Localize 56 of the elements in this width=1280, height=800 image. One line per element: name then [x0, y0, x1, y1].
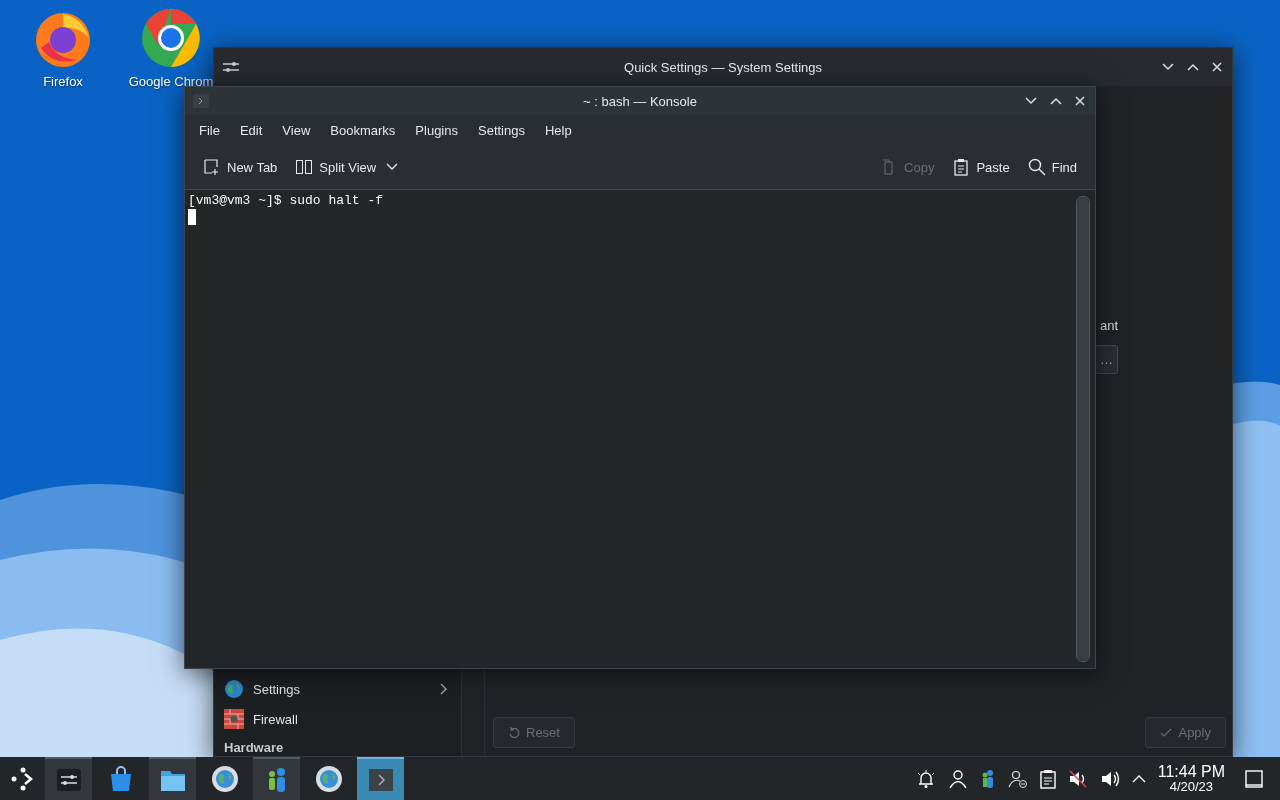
task-button[interactable]: [253, 757, 300, 800]
maximize-icon[interactable]: [1050, 97, 1062, 105]
find-button[interactable]: Find: [1021, 154, 1083, 180]
scrollbar-thumb[interactable]: [1077, 197, 1089, 661]
option-label: ant: [1099, 318, 1118, 333]
user-icon[interactable]: [947, 768, 968, 789]
browser-icon[interactable]: [141, 8, 201, 68]
globe-icon: [224, 679, 244, 699]
terminal-line: [vm3@vm3 ~]$ sudo halt -f: [188, 192, 384, 209]
clipboard-icon: [952, 158, 971, 176]
minimize-icon[interactable]: [1025, 97, 1037, 105]
clock[interactable]: 11:44 PM 4/20/23: [1157, 763, 1225, 794]
menu-item[interactable]: File: [189, 122, 230, 138]
close-icon[interactable]: [1212, 62, 1222, 72]
dropdown-caret-icon: [386, 163, 399, 171]
paste-button[interactable]: Paste: [946, 154, 1016, 180]
window-title: Quick Settings — System Settings: [624, 59, 822, 75]
search-icon: [1027, 158, 1046, 176]
sidebar-item[interactable]: Firewall: [224, 704, 451, 734]
task-button[interactable]: [45, 757, 92, 800]
menu-item[interactable]: Help: [534, 122, 582, 138]
maximize-icon[interactable]: [1187, 63, 1199, 71]
menu-item[interactable]: Edit: [229, 122, 273, 138]
icon-label[interactable]: Google Chrom: [128, 74, 214, 89]
window-title: ~ : bash — Konsole: [583, 93, 697, 109]
section-heading: Hardware: [224, 739, 285, 756]
task-button[interactable]: [149, 757, 196, 800]
menu-item[interactable]: Bookmarks: [320, 122, 406, 138]
clipboard-icon[interactable]: [1039, 768, 1056, 789]
new-tab-button[interactable]: New Tab: [197, 154, 284, 180]
sidebar-item[interactable]: Settings: [224, 674, 451, 704]
user-minus-icon[interactable]: [1007, 768, 1028, 789]
globe-icon: [210, 764, 239, 793]
close-icon[interactable]: [1075, 96, 1085, 106]
menu-item[interactable]: Settings: [468, 122, 535, 138]
globe-icon: [314, 764, 343, 793]
more-button[interactable]: …: [1095, 345, 1118, 374]
menu-item[interactable]: View: [272, 122, 321, 138]
new-tab-icon: [203, 158, 221, 176]
clock-time: 11:44 PM: [1157, 763, 1225, 779]
checkmark-icon: [1160, 726, 1173, 739]
bell-icon[interactable]: [915, 768, 936, 789]
minimize-icon[interactable]: [1162, 63, 1174, 71]
split-view-icon: [295, 158, 314, 176]
caret-up-icon[interactable]: [1131, 773, 1146, 784]
muted-speaker-icon[interactable]: [1067, 768, 1088, 789]
split-view-button[interactable]: Split View: [289, 154, 405, 180]
sliders-icon: [222, 60, 240, 74]
clock-date: 4/20/23: [1169, 778, 1214, 794]
task-button[interactable]: [357, 757, 404, 800]
menu-item[interactable]: Plugins: [405, 122, 468, 138]
show-desktop-icon[interactable]: [1245, 769, 1263, 788]
terminal-icon: [193, 94, 209, 108]
undo-icon: [508, 726, 520, 739]
icon-label[interactable]: Firefox: [43, 74, 83, 89]
brick-wall-icon: [224, 709, 244, 729]
